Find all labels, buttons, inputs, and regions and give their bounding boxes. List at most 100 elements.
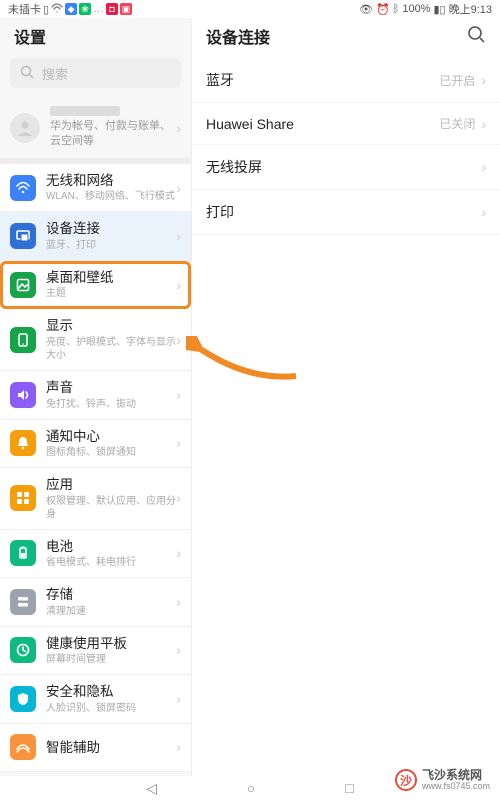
battery-icon (10, 540, 36, 566)
detail-item-label: 蓝牙 (206, 70, 234, 90)
detail-item-2[interactable]: 无线投屏 › (192, 145, 500, 190)
wifi-icon (10, 175, 36, 201)
detail-pane: 设备连接 蓝牙已开启› Huawei Share 已关闭 › 无线投屏 › 打印 › (192, 18, 500, 776)
chevron-right-icon: › (176, 435, 181, 451)
nav-home-icon[interactable]: ○ (247, 780, 255, 796)
wallpaper-icon (10, 272, 36, 298)
sidebar-title: 设置 (0, 18, 191, 54)
health-icon (10, 637, 36, 663)
sidebar-item-sub: 主题 (46, 287, 176, 300)
sidebar-item-title: 通知中心 (46, 428, 176, 446)
storage-icon (10, 589, 36, 615)
chevron-right-icon: › (176, 228, 181, 244)
device-icon (10, 223, 36, 249)
avatar (10, 113, 40, 143)
sidebar-item-sub: 省电模式、耗电排行 (46, 556, 176, 569)
detail-list: 蓝牙已开启› Huawei Share 已关闭 › 无线投屏 › 打印 › (192, 54, 500, 239)
sidebar-item-6[interactable]: 应用权限管理、默认应用、应用分身› (0, 468, 191, 530)
chevron-right-icon: › (481, 116, 486, 132)
watermark-logo-icon: 沙 (395, 769, 417, 791)
app-icon-1: ◘ (106, 3, 118, 15)
sidebar-item-title: 智能辅助 (46, 739, 176, 757)
status-left: 未插卡 ▯ ◆ ❀ … ◘ ▣ (8, 1, 132, 17)
sidebar-item-title: 应用 (46, 476, 176, 494)
chevron-right-icon: › (176, 120, 181, 136)
bluetooth-icon: ᛒ (393, 3, 400, 15)
search-input[interactable]: 搜索 (10, 58, 181, 88)
wechat-icon: ❀ (79, 3, 91, 15)
sidebar-item-sub: WLAN、移动网络、飞行模式 (46, 190, 176, 203)
more-icon: … (93, 3, 104, 15)
chevron-right-icon: › (176, 277, 181, 293)
sidebar-item-2[interactable]: 桌面和壁纸主题› (0, 261, 191, 310)
detail-item-1[interactable]: Huawei Share 已关闭 › (192, 103, 500, 145)
settings-sidebar: 设置 搜索 华为帐号、付款与账单、云空间等 › 无线和网络WLAN、移动网络、飞… (0, 18, 192, 776)
battery-percent: 100% (402, 3, 430, 15)
chevron-right-icon: › (176, 545, 181, 561)
sidebar-item-sub: 免打扰、铃声、振动 (46, 398, 176, 411)
detail-item-label: 打印 (206, 202, 234, 222)
sidebar-item-5[interactable]: 通知中心图标角标、锁屏通知› (0, 420, 191, 469)
notify-icon (10, 430, 36, 456)
sidebar-item-4[interactable]: 声音免打扰、铃声、振动› (0, 371, 191, 420)
sidebar-item-sub: 亮度、护眼模式、字体与显示大小 (46, 336, 176, 362)
sidebar-item-sub: 蓝牙、打印 (46, 239, 176, 252)
sidebar-item-title: 显示 (46, 317, 176, 335)
sidebar-item-10[interactable]: 安全和隐私人脸识别、锁屏密码› (0, 675, 191, 724)
chevron-right-icon: › (176, 180, 181, 196)
sidebar-item-7[interactable]: 电池省电模式、耗电排行› (0, 530, 191, 579)
sidebar-item-title: 无线和网络 (46, 172, 176, 190)
sidebar-item-8[interactable]: 存储清理加速› (0, 578, 191, 627)
assist-icon (10, 734, 36, 760)
sidebar-item-title: 健康使用平板 (46, 635, 176, 653)
chevron-right-icon: › (481, 204, 486, 220)
chevron-right-icon: › (176, 332, 181, 348)
app-icon-2: ▣ (120, 3, 132, 15)
apps-icon (10, 485, 36, 511)
chevron-right-icon: › (481, 72, 486, 88)
sidebar-item-title: 安全和隐私 (46, 683, 176, 701)
clock: 晚上9:13 (449, 1, 492, 17)
sidebar-item-title: 电池 (46, 538, 176, 556)
sidebar-item-title: 存储 (46, 586, 176, 604)
account-row[interactable]: 华为帐号、付款与账单、云空间等 › (0, 98, 191, 164)
sidebar-item-title: 声音 (46, 379, 176, 397)
search-icon[interactable] (466, 24, 486, 49)
chevron-right-icon: › (176, 490, 181, 506)
nav-back-icon[interactable]: ◁ (146, 780, 157, 797)
detail-item-label: Huawei Share (206, 116, 294, 132)
sidebar-item-3[interactable]: 显示亮度、护眼模式、字体与显示大小› (0, 309, 191, 371)
sidebar-item-sub: 人脸识别、锁屏密码 (46, 702, 176, 715)
annotation-arrow (186, 336, 306, 391)
chevron-right-icon: › (176, 642, 181, 658)
sim-icon: ▯ (43, 3, 49, 16)
account-text: 华为帐号、付款与账单、云空间等 (50, 106, 176, 150)
display-icon (10, 327, 36, 353)
sidebar-item-sub: 屏幕时间管理 (46, 653, 176, 666)
nav-recent-icon[interactable]: □ (345, 780, 353, 796)
detail-item-label: 无线投屏 (206, 157, 262, 177)
chevron-right-icon: › (176, 594, 181, 610)
sidebar-item-sub: 权限管理、默认应用、应用分身 (46, 495, 176, 521)
app-badge-icon: ◆ (65, 3, 77, 15)
sidebar-item-0[interactable]: 无线和网络WLAN、移动网络、飞行模式› (0, 164, 191, 213)
status-bar: 未插卡 ▯ ◆ ❀ … ◘ ▣ 👁 ⏰ ᛒ 100% ▮▯ 晚上9:13 (0, 0, 500, 18)
detail-item-value: 已关闭 (439, 115, 475, 132)
chevron-right-icon: › (176, 387, 181, 403)
detail-item-3[interactable]: 打印 › (192, 190, 500, 235)
detail-title: 设备连接 (206, 24, 270, 48)
account-name-redacted (50, 106, 120, 116)
sidebar-item-9[interactable]: 健康使用平板屏幕时间管理› (0, 627, 191, 676)
sidebar-item-11[interactable]: 智能辅助› (0, 724, 191, 772)
security-icon (10, 686, 36, 712)
sidebar-item-title: 桌面和壁纸 (46, 269, 176, 287)
eye-icon: 👁 (359, 3, 373, 16)
search-icon (20, 65, 34, 82)
detail-item-0[interactable]: 蓝牙已开启› (192, 58, 500, 103)
alarm-icon: ⏰ (376, 3, 390, 16)
chevron-right-icon: › (176, 739, 181, 755)
sidebar-menu: 无线和网络WLAN、移动网络、飞行模式›设备连接蓝牙、打印›桌面和壁纸主题›显示… (0, 164, 191, 776)
sidebar-item-1[interactable]: 设备连接蓝牙、打印› (0, 212, 191, 261)
chevron-right-icon: › (481, 159, 486, 175)
watermark: 沙 飞沙系统网 www.fs0745.com (391, 767, 494, 794)
